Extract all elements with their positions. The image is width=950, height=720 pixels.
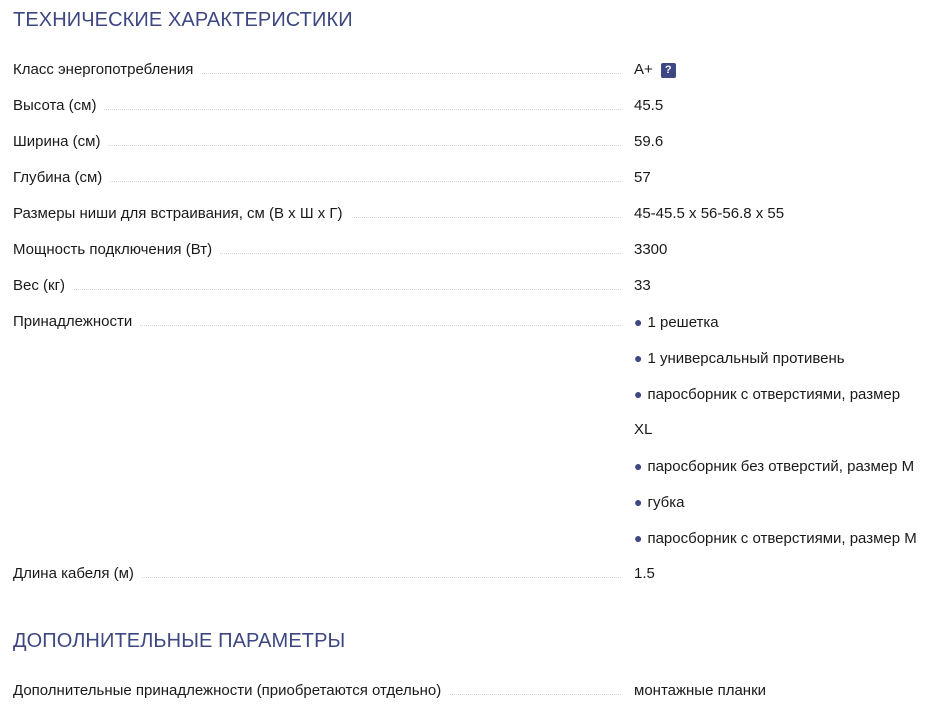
bullet-icon: ● [634, 350, 643, 366]
spec-label: Принадлежности [13, 313, 141, 331]
spec-value: 59.6 [634, 133, 664, 150]
bullet-icon: ● [634, 386, 643, 402]
spec-label: Класс энергопотребления [13, 61, 202, 79]
spec-row-niche-size: Размеры ниши для встраивания, см (В х Ш … [13, 196, 939, 232]
list-item: XL [634, 412, 944, 448]
bullet-icon: ● [634, 314, 643, 330]
spec-row-cable-length: Длина кабеля (м) 1.5 [13, 556, 939, 592]
spec-value: 33 [634, 277, 651, 294]
dotted-leader [13, 289, 621, 290]
list-item-text: паросборник с отверстиями, размер M [647, 530, 917, 547]
list-item: ● 1 универсальный противень [634, 340, 944, 376]
spec-value: 45.5 [634, 97, 664, 114]
bullet-icon: ● [634, 458, 643, 474]
spec-row-width: Ширина (см) 59.6 [13, 124, 939, 160]
spec-label: Мощность подключения (Вт) [13, 241, 221, 259]
spec-value: A+ [634, 61, 653, 78]
list-item-text: паросборник без отверстий, размер M [647, 458, 915, 475]
spec-row-extra-accessories: Дополнительные принадлежности (приобрета… [13, 673, 939, 709]
spec-label: Длина кабеля (м) [13, 565, 142, 583]
section-title-technical: ТЕХНИЧЕСКИЕ ХАРАКТЕРИСТИКИ [13, 9, 353, 31]
spec-row-energy-class: Класс энергопотребления A+? [13, 52, 939, 88]
spec-label: Высота (см) [13, 97, 105, 115]
spec-row-accessories: Принадлежности ● 1 решетка ● 1 универсальн… [13, 304, 939, 556]
spec-label: Размеры ниши для встраивания, см (В х Ш … [13, 205, 351, 223]
spec-label: Дополнительные принадлежности (приобрета… [13, 682, 450, 700]
list-item: ● паросборник без отверстий, размер M [634, 448, 944, 484]
spec-label: Глубина (см) [13, 169, 111, 187]
list-item: ● губка [634, 484, 944, 520]
question-icon[interactable]: ? [660, 63, 676, 78]
spec-value: монтажные планки [634, 682, 767, 699]
list-item-text: паросборник с отверстиями, размер [647, 386, 901, 403]
accessories-list: ● 1 решетка ● 1 универсальный противень ● п… [634, 304, 944, 556]
spec-row-power: Мощность подключения (Вт) 3300 [13, 232, 939, 268]
list-item-text: губка [647, 494, 685, 511]
spec-row-height: Высота (см) 45.5 [13, 88, 939, 124]
list-item-text: 1 решетка [647, 314, 719, 331]
list-item: ● паросборник с отверстиями, размер [634, 376, 944, 412]
spec-value: 57 [634, 169, 651, 186]
spec-label: Ширина (см) [13, 133, 109, 151]
spec-row-weight: Вес (кг) 33 [13, 268, 939, 304]
spec-value: 1.5 [634, 565, 655, 582]
list-item-text: 1 универсальный противень [647, 350, 845, 367]
spec-value: 45-45.5 x 56-56.8 x 55 [634, 205, 785, 222]
spec-row-depth: Глубина (см) 57 [13, 160, 939, 196]
bullet-icon: ● [634, 530, 643, 546]
section-title-additional: ДОПОЛНИТЕЛЬНЫЕ ПАРАМЕТРЫ [13, 630, 346, 652]
spec-value: 3300 [634, 241, 668, 258]
spec-label: Вес (кг) [13, 277, 74, 295]
list-item: ● паросборник с отверстиями, размер M [634, 520, 944, 556]
list-item: ● 1 решетка [634, 304, 944, 340]
list-item-text: XL [634, 421, 653, 438]
bullet-icon: ● [634, 494, 643, 510]
